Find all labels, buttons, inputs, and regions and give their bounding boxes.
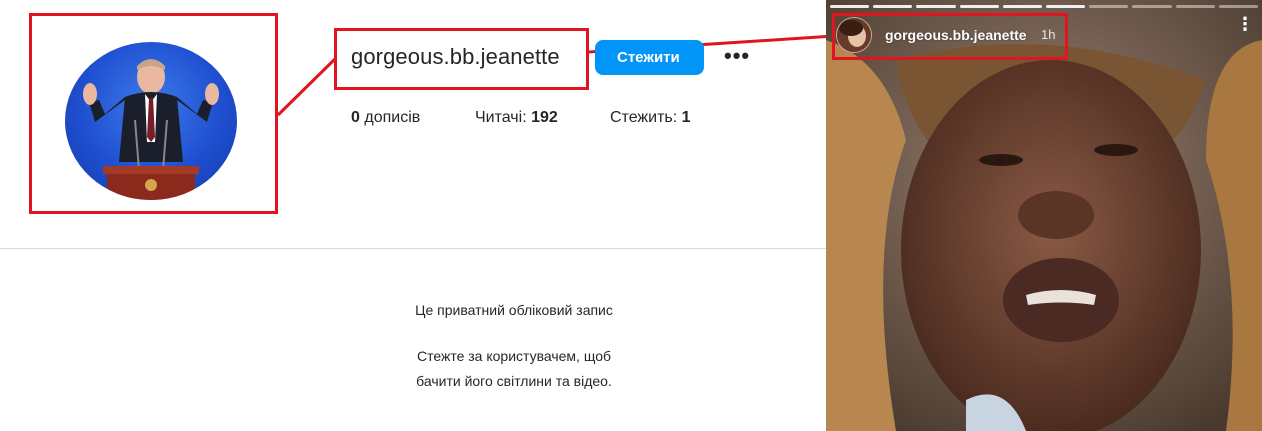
profile-username: gorgeous.bb.jeanette [351, 44, 560, 69]
followers-count[interactable]: Читачі: 192 [475, 109, 558, 127]
posts-count: 0 дописів [351, 109, 420, 127]
follow-button[interactable]: Стежити [595, 40, 704, 75]
followers-label: Читачі: [475, 109, 532, 126]
more-horizontal-icon[interactable]: ••• [724, 44, 752, 72]
story-avatar[interactable] [836, 17, 872, 53]
more-vertical-icon[interactable]: ⋮ [1236, 15, 1254, 44]
story-username[interactable]: gorgeous.bb.jeanette [885, 27, 1027, 43]
divider [0, 248, 826, 249]
story-viewer[interactable] [826, 0, 1262, 431]
story-progress-bar [830, 5, 1259, 8]
story-photo [826, 0, 1262, 431]
followers-count-value: 192 [531, 109, 558, 126]
following-label: Стежить: [610, 109, 682, 126]
story-avatar-photo [837, 18, 871, 52]
story-timestamp: 1h [1041, 27, 1056, 42]
following-count[interactable]: Стежить: 1 [610, 109, 691, 127]
posts-label: дописів [359, 109, 421, 126]
posts-count-value: 0 [351, 109, 360, 126]
following-count-value: 1 [681, 109, 691, 126]
